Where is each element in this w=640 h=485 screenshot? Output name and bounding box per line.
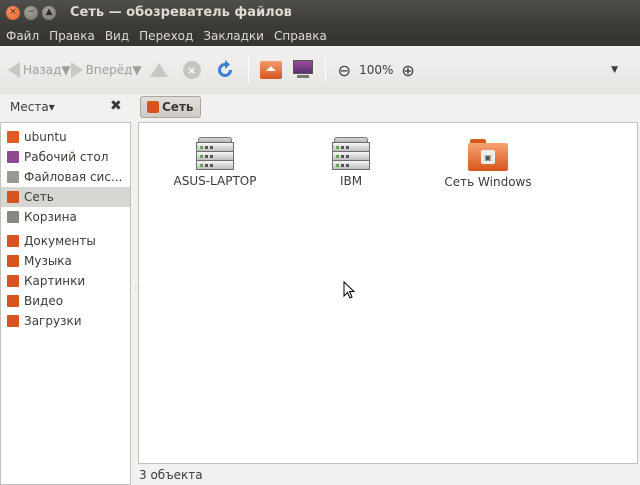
file-item-asus-laptop[interactable]: ASUS-LAPTOP [160, 137, 270, 188]
maximize-button[interactable]: ▲ [42, 5, 56, 20]
back-history-dropdown[interactable]: ▼ [61, 56, 70, 84]
pictures-folder-icon [7, 275, 19, 287]
sidebar-item-label: ubuntu [24, 130, 67, 144]
menu-edit[interactable]: Правка [44, 29, 100, 43]
minimize-button[interactable]: − [24, 5, 38, 20]
pane-splitter[interactable]: ⋮ [133, 284, 139, 292]
zoom-out-icon[interactable]: ⊖ [338, 61, 351, 80]
drive-icon [7, 171, 19, 183]
downloads-folder-icon [7, 315, 19, 327]
back-button[interactable]: Назад [8, 56, 61, 84]
menu-go[interactable]: Переход [134, 29, 198, 43]
sidebar-item-label: Корзина [24, 210, 77, 224]
path-bar-label: Сеть [162, 100, 194, 114]
file-item-ibm[interactable]: IBM [296, 137, 406, 188]
windows-network-folder-icon: ▣ [468, 139, 508, 171]
sidebar-item-label: Картинки [24, 274, 86, 288]
close-button[interactable]: × [6, 5, 20, 20]
file-view[interactable]: ASUS-LAPTOP IBM ▣ Сеть Windows [138, 122, 638, 464]
status-text: 3 объекта [139, 467, 203, 482]
documents-folder-icon [7, 235, 19, 247]
places-sidebar: ubuntu Рабочий стол Файловая сис... Сеть… [0, 122, 131, 485]
sidebar-item-documents[interactable]: Документы [1, 231, 130, 251]
menu-help[interactable]: Справка [269, 29, 332, 43]
sidebar-item-label: Музыка [24, 254, 72, 268]
network-icon [7, 191, 19, 203]
forward-button[interactable]: Вперёд [70, 56, 133, 84]
toolbar: Назад ▼ Вперёд ▼ × ⊖ 100% ⊕ ▼ [0, 46, 640, 94]
stop-icon[interactable]: × [182, 61, 201, 79]
sidebar-item-home[interactable]: ubuntu [1, 127, 130, 147]
server-icon [196, 137, 234, 170]
sidebar-header: Места▾ ✖ [0, 94, 131, 120]
toolbar-separator [324, 57, 326, 83]
up-arrow-icon[interactable] [149, 63, 168, 77]
status-bar: 3 объекта [138, 464, 640, 485]
window-title: Сеть — обозреватель файлов [70, 5, 292, 20]
computer-icon[interactable] [292, 60, 314, 80]
sidebar-item-label: Видео [24, 294, 64, 308]
menu-bookmarks[interactable]: Закладки [198, 29, 269, 43]
sidebar-item-label: Загрузки [24, 314, 82, 328]
home-folder-icon[interactable] [259, 61, 282, 79]
toolbar-overflow-menu-icon[interactable]: ▼ [611, 65, 618, 75]
sidebar-item-label: Рабочий стол [24, 150, 109, 164]
trash-icon [7, 211, 19, 223]
menu-file[interactable]: Файл [1, 29, 44, 43]
forward-arrow-icon [70, 62, 83, 78]
menu-view[interactable]: Вид [100, 29, 134, 43]
toolbar-separator [247, 57, 249, 83]
mouse-cursor-icon [343, 281, 355, 299]
file-item-windows-network[interactable]: ▣ Сеть Windows [433, 137, 543, 189]
sidebar-item-label: Файловая сис... [24, 170, 123, 184]
sidebar-item-pictures[interactable]: Картинки [1, 271, 130, 291]
sidebar-item-trash[interactable]: Корзина [1, 207, 130, 227]
sidebar-item-downloads[interactable]: Загрузки [1, 311, 130, 331]
network-icon [147, 101, 159, 113]
places-selector[interactable]: Места▾ [10, 100, 55, 114]
title-bar: × − ▲ Сеть — обозреватель файлов [0, 0, 640, 25]
sidebar-item-network[interactable]: Сеть [1, 187, 130, 207]
file-label: Сеть Windows [444, 175, 532, 189]
path-bar-button-network[interactable]: Сеть [140, 96, 201, 118]
back-arrow-icon [8, 62, 20, 78]
sidebar-item-music[interactable]: Музыка [1, 251, 130, 271]
places-label: Места [10, 100, 49, 114]
reload-icon[interactable] [214, 59, 236, 81]
home-folder-icon [7, 131, 19, 143]
menu-bar: Файл Правка Вид Переход Закладки Справка [0, 25, 640, 46]
zoom-level[interactable]: 100% [359, 63, 393, 77]
sidebar-item-videos[interactable]: Видео [1, 291, 130, 311]
sidebar-item-desktop[interactable]: Рабочий стол [1, 147, 130, 167]
server-icon [332, 137, 370, 170]
chevron-down-icon: ▾ [48, 100, 55, 114]
sidebar-item-label: Сеть [24, 190, 54, 204]
music-folder-icon [7, 255, 19, 267]
forward-history-dropdown[interactable]: ▼ [132, 56, 141, 84]
sidebar-item-label: Документы [24, 234, 96, 248]
file-label: ASUS-LAPTOP [173, 174, 257, 188]
sidebar-item-filesystem[interactable]: Файловая сис... [1, 167, 130, 187]
zoom-in-icon[interactable]: ⊕ [401, 61, 414, 80]
desktop-icon [7, 151, 19, 163]
file-label: IBM [339, 174, 363, 188]
videos-folder-icon [7, 295, 19, 307]
forward-label: Вперёд [85, 63, 133, 77]
back-label: Назад [23, 63, 62, 77]
close-sidebar-icon[interactable]: ✖ [110, 98, 122, 114]
